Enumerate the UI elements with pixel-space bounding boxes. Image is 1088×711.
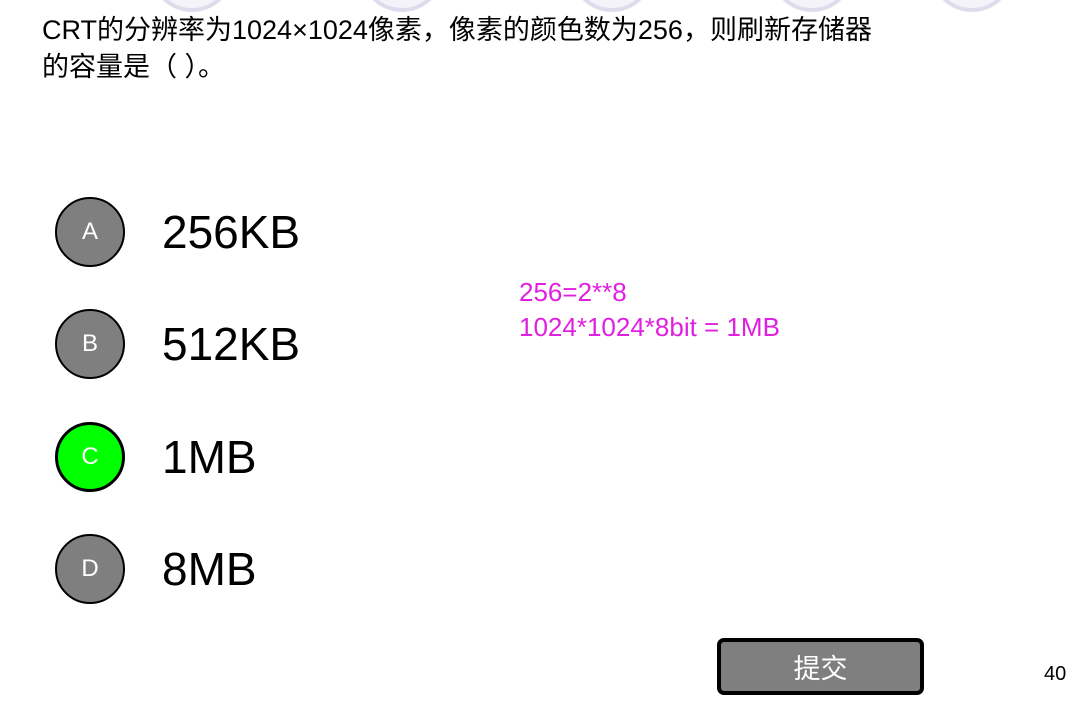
option-c-text: 1MB bbox=[162, 431, 257, 483]
option-b-radio[interactable]: B bbox=[55, 309, 125, 379]
handwritten-note: 256=2**8 1024*1024*8bit = 1MB bbox=[519, 275, 780, 345]
option-b-text: 512KB bbox=[162, 318, 301, 370]
option-b[interactable]: B 512KB bbox=[55, 309, 455, 379]
option-c-radio[interactable]: C bbox=[55, 422, 125, 492]
submit-button[interactable]: 提交 bbox=[717, 638, 924, 695]
note-line-1: 256=2**8 bbox=[519, 277, 627, 307]
option-d-radio[interactable]: D bbox=[55, 534, 125, 604]
decorative-circle bbox=[570, 0, 654, 12]
decorative-circle bbox=[360, 0, 444, 12]
question-line-2: 的容量是（ ）。 bbox=[42, 52, 226, 82]
note-line-2: 1024*1024*8bit = 1MB bbox=[519, 312, 780, 342]
question-line-1: CRT的分辨率为1024×1024像素，像素的颜色数为256，则刷新存储器 bbox=[42, 15, 872, 45]
option-a-text: 256KB bbox=[162, 206, 301, 258]
question-text: CRT的分辨率为1024×1024像素，像素的颜色数为256，则刷新存储器 的容… bbox=[42, 12, 1002, 86]
decorative-circle bbox=[770, 0, 854, 12]
top-decorative-circles bbox=[0, 0, 1088, 12]
option-a-radio[interactable]: A bbox=[55, 197, 125, 267]
option-c[interactable]: C 1MB bbox=[55, 422, 455, 492]
page-number: 40 bbox=[1044, 663, 1067, 685]
option-d[interactable]: D 8MB bbox=[55, 534, 455, 604]
option-d-text: 8MB bbox=[162, 543, 257, 595]
decorative-circle bbox=[930, 0, 1014, 12]
option-a[interactable]: A 256KB bbox=[55, 197, 455, 267]
decorative-circle bbox=[150, 0, 234, 12]
